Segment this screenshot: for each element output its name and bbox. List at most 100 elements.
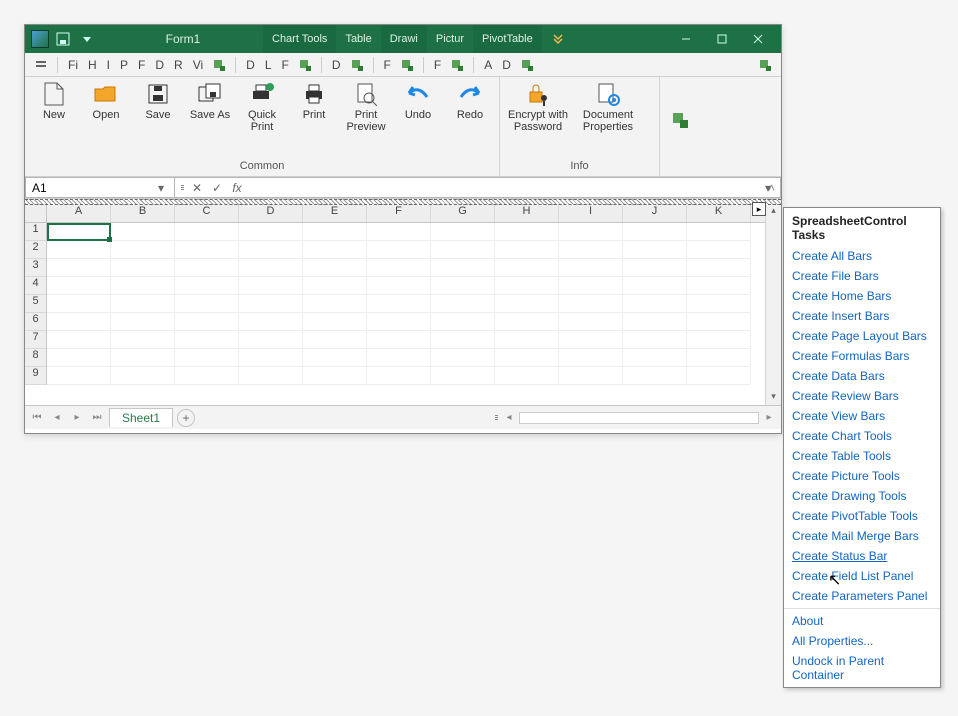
cell[interactable]: [559, 313, 623, 331]
qat-save-icon[interactable]: [53, 29, 73, 49]
row-header[interactable]: 3: [25, 259, 46, 277]
task-link[interactable]: Create Page Layout Bars: [784, 326, 940, 346]
cell[interactable]: [687, 367, 751, 385]
cell[interactable]: [431, 241, 495, 259]
cell[interactable]: [495, 331, 559, 349]
row-header[interactable]: 4: [25, 277, 46, 295]
cell[interactable]: [495, 313, 559, 331]
cell[interactable]: [175, 331, 239, 349]
tab-drawing[interactable]: Drawi: [381, 25, 427, 53]
task-link[interactable]: Create Review Bars: [784, 386, 940, 406]
row-header[interactable]: 7: [25, 331, 46, 349]
spreadsheet-grid[interactable]: 123456789 ABCDEFGHIJK ▴ ▾: [25, 205, 781, 405]
task-link[interactable]: Create Chart Tools: [784, 426, 940, 446]
col-header[interactable]: A: [47, 205, 111, 222]
cell[interactable]: [175, 277, 239, 295]
cell[interactable]: [111, 223, 175, 241]
quickprint-button[interactable]: Quick Print: [239, 81, 285, 133]
mb-f4[interactable]: F: [430, 58, 445, 72]
cell[interactable]: [175, 295, 239, 313]
mb-f[interactable]: F: [134, 58, 149, 72]
col-header[interactable]: I: [559, 205, 623, 222]
tab-picture[interactable]: Pictur: [427, 25, 473, 53]
scroll-down-icon[interactable]: ▾: [766, 391, 781, 405]
cell[interactable]: [47, 331, 111, 349]
qat-dropdown[interactable]: [77, 29, 97, 49]
cell[interactable]: [175, 349, 239, 367]
cell[interactable]: [239, 259, 303, 277]
cell[interactable]: [495, 367, 559, 385]
cell[interactable]: [175, 241, 239, 259]
cell[interactable]: [623, 367, 687, 385]
cell[interactable]: [623, 259, 687, 277]
cell[interactable]: [431, 223, 495, 241]
cell[interactable]: [687, 223, 751, 241]
cell[interactable]: [623, 313, 687, 331]
mb-r[interactable]: R: [170, 58, 187, 72]
col-header[interactable]: C: [175, 205, 239, 222]
cell[interactable]: [111, 241, 175, 259]
col-header[interactable]: J: [623, 205, 687, 222]
cell[interactable]: [367, 313, 431, 331]
task-footer-link[interactable]: About: [784, 611, 940, 631]
cell[interactable]: [687, 259, 751, 277]
cell[interactable]: [559, 259, 623, 277]
col-header[interactable]: G: [431, 205, 495, 222]
mb-add-5[interactable]: [447, 59, 467, 71]
cell[interactable]: [367, 349, 431, 367]
formula-bar-grip[interactable]: [179, 185, 185, 190]
task-link[interactable]: Create Picture Tools: [784, 466, 940, 486]
cell[interactable]: [495, 259, 559, 277]
col-header[interactable]: H: [495, 205, 559, 222]
cell[interactable]: [239, 331, 303, 349]
cell[interactable]: [239, 241, 303, 259]
ribbon-group-icon[interactable]: [31, 59, 51, 71]
col-header[interactable]: K: [687, 205, 751, 222]
cell[interactable]: [367, 331, 431, 349]
cell[interactable]: [495, 295, 559, 313]
mb-f3[interactable]: F: [380, 58, 395, 72]
preview-button[interactable]: Print Preview: [343, 81, 389, 133]
vertical-scrollbar[interactable]: ▴ ▾: [765, 205, 781, 405]
maximize-button[interactable]: [705, 29, 739, 49]
row-header[interactable]: 5: [25, 295, 46, 313]
task-link[interactable]: Create Field List Panel: [784, 566, 940, 586]
cell[interactable]: [431, 349, 495, 367]
cell[interactable]: [111, 277, 175, 295]
close-button[interactable]: [741, 29, 775, 49]
col-header[interactable]: B: [111, 205, 175, 222]
tab-overflow[interactable]: [542, 25, 574, 53]
cell[interactable]: [367, 241, 431, 259]
tab-pivottable[interactable]: PivotTable: [473, 25, 542, 53]
cell[interactable]: [47, 295, 111, 313]
cell[interactable]: [687, 349, 751, 367]
cell[interactable]: [559, 295, 623, 313]
name-box[interactable]: A1 ▾: [25, 177, 175, 198]
mb-add-1[interactable]: [209, 59, 229, 71]
tab-chart-tools[interactable]: Chart Tools: [263, 25, 336, 53]
saveas-button[interactable]: Save As: [187, 81, 233, 121]
docprops-button[interactable]: Document Properties: [576, 81, 640, 133]
cell[interactable]: [111, 295, 175, 313]
col-header[interactable]: D: [239, 205, 303, 222]
cell[interactable]: [303, 367, 367, 385]
cell[interactable]: [687, 331, 751, 349]
cells-area[interactable]: [47, 223, 765, 385]
horizontal-scrollbar[interactable]: ◂ ▸: [199, 410, 777, 426]
task-link[interactable]: Create Insert Bars: [784, 306, 940, 326]
task-link[interactable]: Create Home Bars: [784, 286, 940, 306]
cell[interactable]: [495, 223, 559, 241]
mb-d[interactable]: D: [151, 58, 168, 72]
cell[interactable]: [367, 277, 431, 295]
cell[interactable]: [303, 313, 367, 331]
cell[interactable]: [687, 295, 751, 313]
cell[interactable]: [303, 295, 367, 313]
row-header[interactable]: 8: [25, 349, 46, 367]
mb-f2[interactable]: F: [278, 58, 293, 72]
task-link[interactable]: Create Mail Merge Bars: [784, 526, 940, 546]
cell[interactable]: [111, 349, 175, 367]
cell[interactable]: [431, 295, 495, 313]
cell[interactable]: [239, 349, 303, 367]
cell[interactable]: [687, 313, 751, 331]
cell[interactable]: [495, 277, 559, 295]
